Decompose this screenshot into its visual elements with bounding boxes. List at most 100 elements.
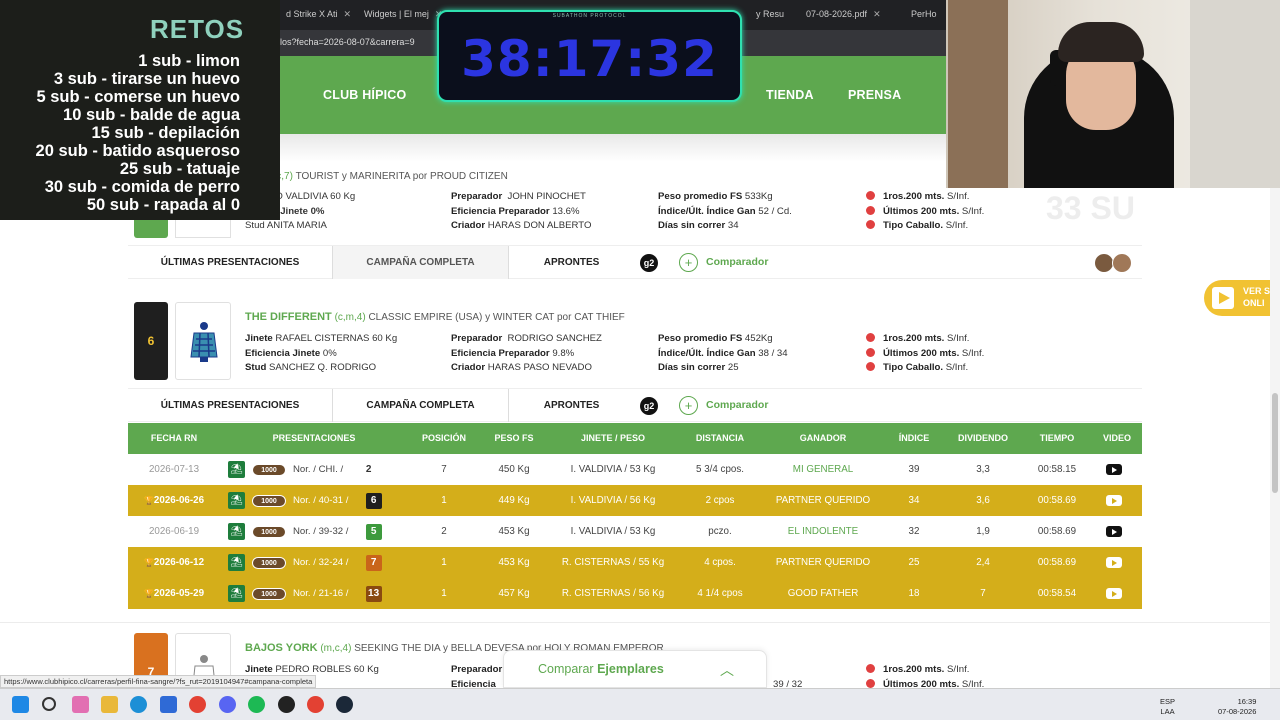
date-text: 2026-06-12 (153, 557, 205, 568)
value: S/Inf. (945, 220, 969, 231)
horse-name[interactable]: BAJOS YORK (245, 642, 318, 654)
cell-fecha[interactable]: 🏆2026-06-12 (128, 547, 220, 578)
tab-campana-completa[interactable]: CAMPAÑA COMPLETA (333, 246, 509, 279)
add-compare-icon[interactable]: + (679, 253, 698, 272)
file-explorer-icon[interactable] (101, 696, 118, 713)
cell-ganador[interactable]: GOOD FATHER (762, 578, 884, 609)
browser-tab[interactable]: y Resu (750, 4, 798, 26)
dias-value: 34 (727, 220, 739, 231)
cell-jinete: R. CISTERNAS / 56 Kg (561, 588, 665, 599)
label: Tipo Caballo. (883, 362, 944, 373)
label: Últimos 200 mts. (883, 206, 960, 217)
copilot-icon[interactable] (72, 696, 89, 713)
clock[interactable]: 16:39 07-08-2026 (1218, 697, 1256, 717)
cell-fecha[interactable]: 2026-07-13 (128, 454, 220, 485)
flame-icon (866, 191, 875, 200)
nav-club-hipico[interactable]: CLUB HÍPICO (323, 88, 406, 102)
video-play-icon[interactable] (1106, 557, 1122, 568)
flame-icon (866, 679, 875, 688)
label: Eficiencia Jinete (245, 348, 321, 359)
cell-ganador[interactable]: PARTNER QUERIDO (762, 485, 884, 516)
nav-prensa[interactable]: PRENSA (848, 88, 901, 102)
cell-ganador[interactable]: MI GENERAL (762, 454, 884, 485)
criador-value: HARAS DON ALBERTO (487, 220, 592, 231)
cell-ganador[interactable]: PARTNER QUERIDO (762, 547, 884, 578)
windows-start-icon[interactable] (12, 696, 29, 713)
obs-icon[interactable] (278, 696, 295, 713)
scroll-thumb[interactable] (1272, 393, 1278, 493)
store-icon[interactable] (160, 696, 177, 713)
edge-icon[interactable] (130, 696, 147, 713)
chrome-icon[interactable] (189, 696, 206, 713)
chrome-icon[interactable] (307, 696, 324, 713)
browser-tab[interactable]: d Strike X Ati ✕ (280, 4, 350, 26)
distance-pill: 1000 (252, 588, 286, 600)
track-umbrella-icon: ⛱ (228, 554, 245, 571)
table-row[interactable]: 2026-06-19 ⛱ 1000 Nor. / 39-32 / 5 2 453 Kg I. … (128, 516, 1142, 547)
trophy-icon: 🏆 (143, 496, 154, 505)
screen: d Strike X Ati ✕ Widgets | El mej ✕ y Resu… (0, 0, 1280, 720)
comparar-ejemplares-panel[interactable]: Comparar Ejemplares ︿ (503, 650, 767, 688)
value: S/Inf. (945, 362, 969, 373)
track-text: Nor. / 32-24 / (293, 557, 349, 568)
horse-name[interactable]: THE DIFFERENT (245, 311, 332, 323)
comparador-link[interactable]: Comparador (706, 389, 768, 422)
cell-dividendo: 7 (980, 588, 986, 599)
tab-aprontes[interactable]: APRONTES (509, 389, 634, 422)
language-indicator[interactable]: ESP LAA (1160, 697, 1175, 717)
flame-icon (866, 220, 875, 229)
video-play-icon[interactable] (1106, 526, 1122, 537)
browser-tab[interactable]: PerHo (905, 4, 945, 26)
cell-fecha[interactable]: 🏆2026-05-29 (128, 578, 220, 609)
video-play-icon[interactable] (1106, 588, 1122, 599)
cell-fecha[interactable]: 🏆2026-06-26 (128, 485, 220, 516)
cell-distancia: 2 cpos (705, 495, 735, 506)
cell-fecha[interactable]: 2026-06-19 (128, 516, 220, 547)
table-row[interactable]: 🏆2026-06-26 ⛱ 1000 Nor. / 40-31 / 6 1 449 Kg I.… (128, 485, 1142, 516)
peso-value: 452Kg (744, 333, 773, 344)
table-row[interactable]: 2026-07-13 ⛱ 1000 Nor. / CHI. / 2 7 450 Kg I. V… (128, 454, 1142, 485)
ver-senal-button[interactable]: VER S ONLI (1204, 280, 1280, 316)
status-url: https://www.clubhipico.cl/carreras/perfi… (0, 675, 317, 688)
value: S/Inf. (961, 206, 985, 217)
streamer-hair (1058, 22, 1144, 62)
watermark: 33 SU (1046, 190, 1135, 226)
cell-presentaciones: ⛱ 1000 Nor. / 40-31 / 6 (228, 485, 408, 516)
label: Criador (451, 220, 486, 231)
discord-icon[interactable] (219, 696, 236, 713)
peso-value: 533Kg (744, 191, 773, 202)
comparador-link[interactable]: Comparador (706, 246, 768, 279)
tab-ultimas-presentaciones[interactable]: ÚLTIMAS PRESENTACIONES (128, 389, 333, 422)
cell-presentaciones: ⛱ 1000 Nor. / CHI. / 2 (228, 454, 408, 485)
track-text: Nor. / 39-32 / (293, 526, 349, 537)
cell-indice: 32 (908, 526, 920, 537)
cell-distancia: 4 1/4 cpos (697, 588, 743, 599)
webcam-feed (946, 0, 1280, 188)
label: Preparador (451, 191, 503, 202)
cell-ganador[interactable]: EL INDOLENTE (762, 516, 884, 547)
col-tiempo: TIEMPO (1039, 433, 1075, 443)
chevron-up-icon[interactable]: ︿ (720, 660, 734, 680)
add-compare-icon[interactable]: + (679, 396, 698, 415)
video-play-icon[interactable] (1106, 495, 1122, 506)
comparar-prefix: Comparar (538, 662, 594, 676)
avatar (1094, 253, 1114, 273)
close-icon[interactable]: ✕ (344, 9, 350, 19)
table-row[interactable]: 🏆2026-06-12 ⛱ 1000 Nor. / 32-24 / 7 1 453 Kg R.… (128, 547, 1142, 578)
close-icon[interactable]: ✕ (873, 9, 881, 19)
cell-distancia: pczo. (708, 526, 732, 537)
nav-tienda[interactable]: TIENDA (766, 88, 814, 102)
browser-tab[interactable]: 07-08-2026.pdf ✕ (800, 4, 896, 26)
video-play-icon[interactable] (1106, 464, 1122, 475)
search-icon[interactable] (42, 697, 56, 711)
g2-badge[interactable]: g2 (640, 397, 658, 415)
scrollbar[interactable] (1270, 188, 1280, 688)
tab-campana-completa[interactable]: CAMPAÑA COMPLETA (333, 389, 509, 422)
table-row[interactable]: 🏆2026-05-29 ⛱ 1000 Nor. / 21-16 / 13 1 457 Kg R… (128, 578, 1142, 609)
spotify-icon[interactable] (248, 696, 265, 713)
col-indice: ÍNDICE (898, 433, 930, 443)
tab-aprontes[interactable]: APRONTES (509, 246, 634, 279)
tab-ultimas-presentaciones[interactable]: ÚLTIMAS PRESENTACIONES (128, 246, 333, 279)
g2-badge[interactable]: g2 (640, 254, 658, 272)
steam-icon[interactable] (336, 696, 353, 713)
